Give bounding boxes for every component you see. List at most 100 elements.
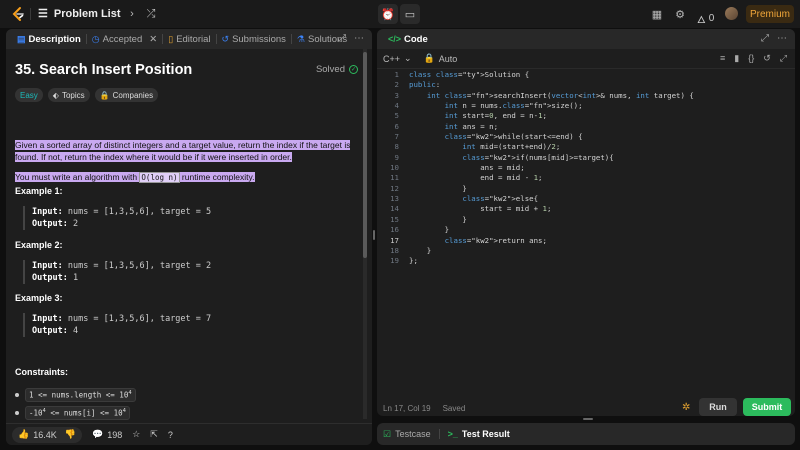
code-line[interactable]: 3 int class="fn">searchInsert(vector<int…: [377, 91, 795, 101]
input-value: nums = [1,3,5,6], target = 5: [67, 207, 212, 217]
debug-icon[interactable]: ✲: [682, 402, 690, 413]
code-line[interactable]: 17 class="kw2">return ans;: [377, 236, 795, 246]
timer-button[interactable]: ⏰: [378, 4, 398, 24]
tab-code[interactable]: </> Code: [383, 29, 433, 49]
code-line[interactable]: 10 ans = mid;: [377, 163, 795, 173]
more-icon[interactable]: ⋯: [777, 33, 787, 44]
editor-actions: ≡ ▮ {} ↺ ⤢: [720, 53, 787, 64]
line-number: 19: [390, 256, 399, 266]
gear-icon[interactable]: ⚙: [673, 7, 687, 21]
comments-button[interactable]: 💬 198: [92, 429, 122, 440]
tab-description[interactable]: ▤ Description: [12, 29, 86, 49]
companies-label: Companies: [112, 90, 154, 100]
line-number: 5: [394, 111, 399, 121]
example-input: Input: nums = [1,3,5,6], target = 5: [32, 206, 211, 218]
shuffle-icon[interactable]: ⤮: [144, 7, 158, 21]
star-icon[interactable]: ☆: [132, 429, 140, 440]
tab-testcase[interactable]: ☑ Testcase: [383, 429, 431, 440]
tab-label: Editorial: [176, 33, 211, 45]
more-icon[interactable]: ⋯: [354, 33, 364, 44]
test-tab-bar: ☑ Testcase >_ Test Result: [377, 423, 795, 445]
top-bar: ☰ Problem List ‹ › ⤮ ⏰ ▭ ▦ ⚙ 🜂 0 Premium: [0, 0, 800, 28]
editor-toolbar: C++ ⌄ 🔒 Auto ≡ ▮ {} ↺ ⤢: [377, 49, 795, 69]
code-line[interactable]: 15 }: [377, 215, 795, 225]
expand-icon[interactable]: ⤢: [338, 33, 346, 44]
streak-count: 0: [708, 13, 715, 24]
left-tab-bar: ▤ Description ◷ Accepted ✕ ▯ Editorial ↺…: [6, 29, 372, 49]
code-text: }: [409, 214, 467, 224]
lock-icon: 🔒: [423, 53, 435, 63]
vertical-resize-handle[interactable]: [373, 230, 375, 240]
code-line[interactable]: 11 end = mid - 1;: [377, 173, 795, 183]
layout-icon[interactable]: ▦: [650, 7, 664, 21]
companies-button[interactable]: 🔒 Companies: [94, 88, 159, 102]
code-line[interactable]: 9 class="kw2">if(nums[mid]>=target){: [377, 153, 795, 163]
next-problem-icon[interactable]: ›: [125, 7, 139, 21]
example-input: Input: nums = [1,3,5,6], target = 2: [32, 260, 211, 272]
code-line[interactable]: 4 int n = nums.class="fn">size();: [377, 101, 795, 111]
prev-problem-icon[interactable]: ‹: [108, 7, 122, 21]
code-line[interactable]: 8 int mid=(start+end)/2;: [377, 142, 795, 152]
example-title: Example 1:: [15, 186, 63, 196]
streak-counter[interactable]: 🜂 0: [697, 8, 714, 29]
comment-count: 198: [107, 429, 123, 440]
tab-label: Code: [404, 33, 428, 45]
bookmark-icon[interactable]: ▮: [734, 53, 739, 64]
reset-icon[interactable]: ↺: [763, 53, 771, 64]
example-output: Output: 1: [32, 272, 211, 284]
expand-icon[interactable]: ⤢: [761, 33, 769, 44]
history-icon: ↺: [221, 33, 230, 44]
notes-button[interactable]: ▭: [400, 4, 420, 24]
chevron-down-icon: ⌄: [404, 53, 412, 63]
book-icon: ▯: [168, 33, 174, 44]
code-line[interactable]: 5 int start=0, end = n-1;: [377, 111, 795, 121]
constraint-item: -104 <= nums[i] <= 104: [15, 406, 130, 420]
format-icon[interactable]: ≡: [720, 53, 725, 64]
premium-button[interactable]: Premium: [746, 5, 794, 23]
tab-submissions[interactable]: ↺ Submissions: [217, 29, 291, 49]
checkbox-icon: ☑: [383, 428, 392, 439]
scrollbar-thumb[interactable]: [363, 52, 367, 258]
input-label: Input:: [32, 207, 63, 217]
code-line[interactable]: 14 start = mid + 1;: [377, 204, 795, 214]
code-line[interactable]: 6 int ans = n;: [377, 122, 795, 132]
code-line[interactable]: 16 }: [377, 225, 795, 235]
thumbs-up-icon[interactable]: 👍: [18, 429, 29, 440]
code-text: }: [409, 245, 432, 255]
code-line[interactable]: 2 public:: [377, 80, 795, 90]
tab-accepted[interactable]: ◷ Accepted ✕: [87, 29, 162, 49]
bullet-dot: [15, 392, 19, 397]
topics-button[interactable]: ⬖ Topics: [47, 88, 90, 102]
braces-icon[interactable]: {}: [748, 53, 754, 64]
code-line[interactable]: 19};: [377, 256, 795, 266]
avatar[interactable]: [725, 7, 738, 20]
code-text: end = mid - 1;: [409, 173, 543, 183]
tab-test-result[interactable]: >_ Test Result: [448, 429, 510, 439]
thumbs-down-icon[interactable]: 👎: [65, 429, 76, 440]
share-icon[interactable]: ⇱: [150, 429, 158, 440]
submit-button[interactable]: Submit: [743, 398, 791, 416]
panel-controls: ⤢ ⋯: [761, 33, 787, 44]
complexity-text-a: You must write an algorithm with: [15, 172, 140, 182]
example-box: Input: nums = [1,3,5,6], target = 5 Outp…: [23, 206, 211, 230]
alarm-icon: ⏰: [381, 8, 395, 21]
fullscreen-icon[interactable]: ⤢: [780, 53, 787, 64]
code-line[interactable]: 7 class="kw2">while(start<=end) {: [377, 132, 795, 142]
code-editor[interactable]: 1 class class="ty">Solution {2 public: 3 in…: [377, 70, 795, 267]
leetcode-logo[interactable]: [10, 6, 26, 22]
input-label: Input:: [32, 261, 63, 271]
code-line[interactable]: 13 class="kw2">else{: [377, 194, 795, 204]
help-icon[interactable]: ?: [168, 430, 173, 440]
code-line[interactable]: 1 class class="ty">Solution {: [377, 70, 795, 80]
complexity-code: O(log n): [139, 172, 180, 183]
code-line[interactable]: 18 }: [377, 246, 795, 256]
mode-select[interactable]: 🔒 Auto: [424, 53, 458, 64]
horizontal-resize-handle[interactable]: [583, 418, 593, 420]
code-line[interactable]: 12 }: [377, 184, 795, 194]
solved-status: Solved ✓: [316, 64, 358, 75]
tab-editorial[interactable]: ▯ Editorial: [163, 29, 215, 49]
run-button[interactable]: Run: [699, 398, 737, 416]
close-icon[interactable]: ✕: [149, 34, 157, 45]
language-select[interactable]: C++ ⌄: [383, 53, 412, 64]
line-number: 6: [394, 121, 399, 131]
